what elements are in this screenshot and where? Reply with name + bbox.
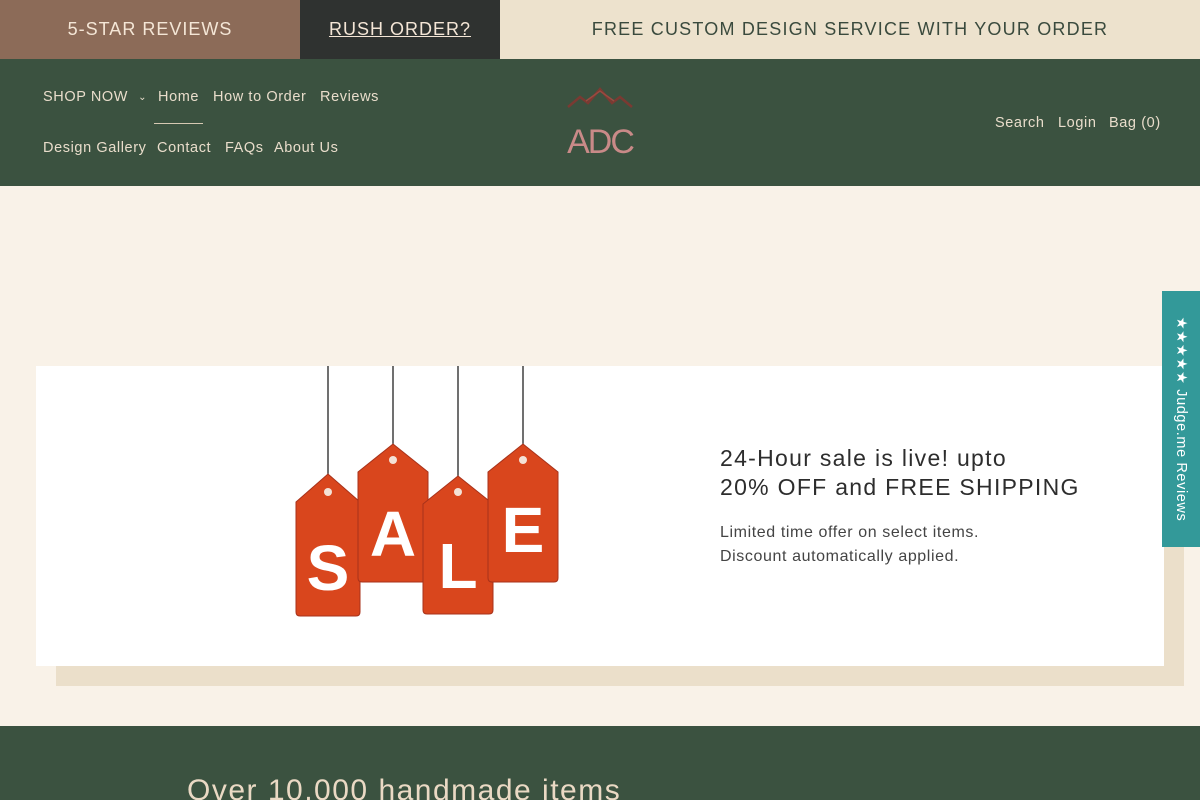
site-header: SHOP NOW ⌄ Home How to Order Reviews Desi… <box>0 59 1200 186</box>
sale-tag-e: E <box>487 443 559 583</box>
svg-text:S: S <box>307 532 350 604</box>
handmade-items-section: Over 10,000 handmade items <box>0 726 1200 800</box>
nav-shop-now[interactable]: SHOP NOW ⌄ <box>43 89 147 105</box>
bag-link[interactable]: Bag (0) <box>1109 115 1161 131</box>
svg-text:A: A <box>370 498 416 570</box>
promo-text-line-1: Limited time offer on select items. <box>720 524 980 541</box>
brand-logo[interactable]: ADC <box>566 87 634 159</box>
judgeme-reviews-tab[interactable]: ★★★★★ Judge.me Reviews <box>1162 291 1200 547</box>
promo-title-line-1: 24-Hour sale is live! upto <box>720 445 1007 471</box>
sale-tag-l: L <box>422 475 494 615</box>
nav-home[interactable]: Home <box>153 89 204 124</box>
svg-text:L: L <box>438 530 477 602</box>
nav-shop-now-label: SHOP NOW <box>43 89 129 105</box>
announcement-bar: 5-STAR REVIEWS RUSH ORDER? FREE CUSTOM D… <box>0 0 1200 59</box>
svg-text:E: E <box>502 494 545 566</box>
nav-design-gallery[interactable]: Design Gallery <box>43 140 147 156</box>
sale-banner[interactable]: S A L E 24-Hour sale is live! upto 20% O… <box>36 366 1164 666</box>
sale-tag-a: A <box>357 443 429 583</box>
section-heading: Over 10,000 handmade items <box>187 774 622 800</box>
nav-about-us[interactable]: About Us <box>274 140 338 156</box>
five-star-reviews-link[interactable]: 5-STAR REVIEWS <box>0 0 300 59</box>
logo-text: ADC <box>567 123 634 159</box>
sale-tag-s: S <box>295 473 361 617</box>
promo-title-line-2: 20% OFF and FREE SHIPPING <box>720 474 1080 500</box>
nav-how-to-order[interactable]: How to Order <box>213 89 306 105</box>
nav-contact[interactable]: Contact <box>157 140 211 156</box>
judgeme-reviews-label: ★★★★★ Judge.me Reviews <box>1173 316 1189 522</box>
promo-title: 24-Hour sale is live! upto 20% OFF and F… <box>720 444 1100 502</box>
nav-faqs[interactable]: FAQs <box>225 140 264 156</box>
chevron-down-icon: ⌄ <box>138 92 148 103</box>
free-design-announcement[interactable]: FREE CUSTOM DESIGN SERVICE WITH YOUR ORD… <box>500 0 1200 59</box>
rush-order-link[interactable]: RUSH ORDER? <box>300 0 500 59</box>
login-link[interactable]: Login <box>1058 115 1096 131</box>
promo-description: Limited time offer on select items. Disc… <box>720 521 1100 569</box>
promo-text-line-2: Discount automatically applied. <box>720 548 960 565</box>
search-link[interactable]: Search <box>995 115 1045 131</box>
nav-reviews[interactable]: Reviews <box>320 89 379 105</box>
sale-tags-illustration: S A L E <box>295 366 559 617</box>
